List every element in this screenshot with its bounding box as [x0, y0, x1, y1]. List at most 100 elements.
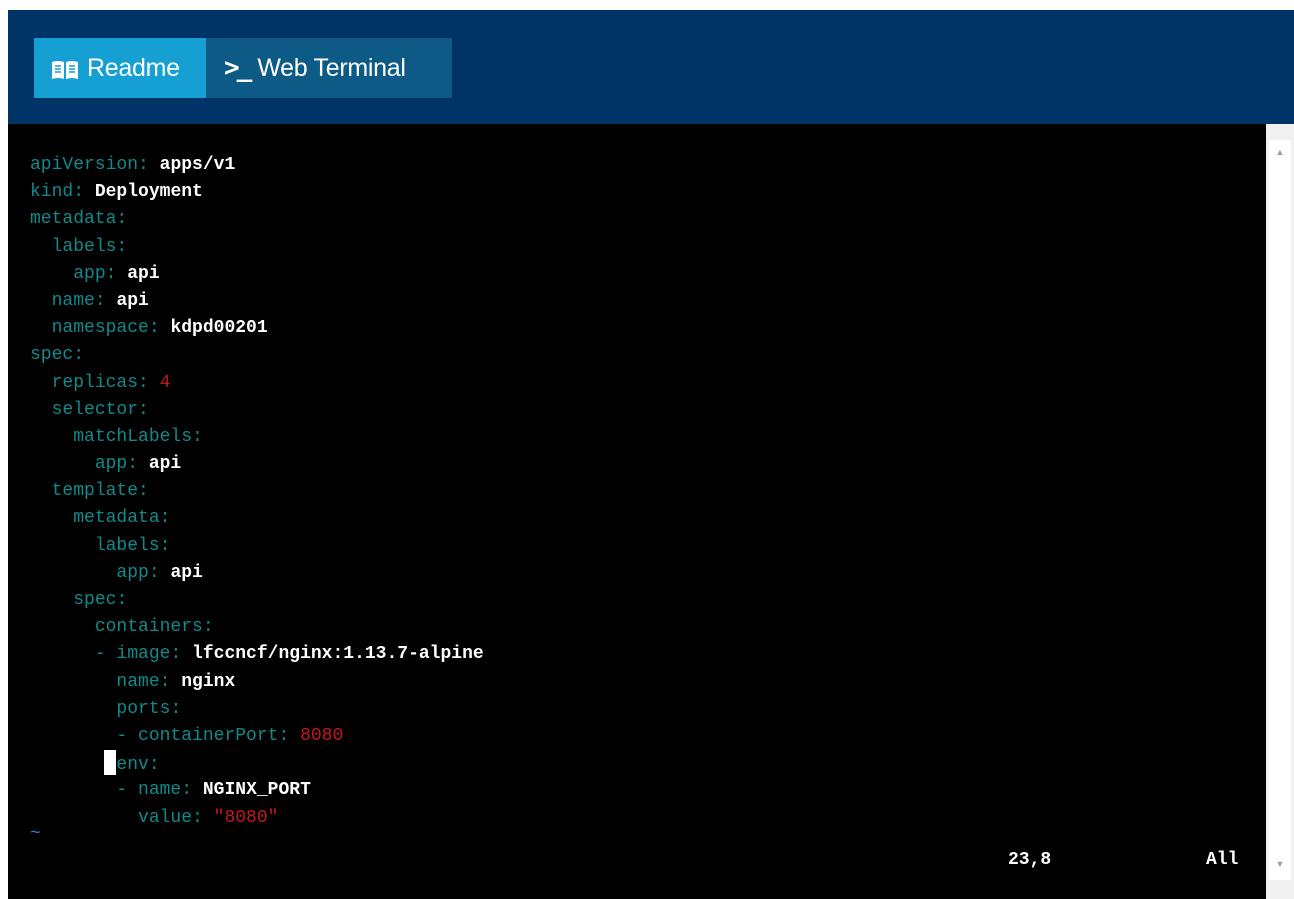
- yaml-value: lfccncf/nginx:1.13.7-alpine: [192, 644, 484, 665]
- yaml-key: kind: [30, 182, 74, 203]
- editor-line[interactable]: matchLabels:: [30, 424, 484, 451]
- yaml-value: kdpd00201: [170, 318, 268, 339]
- yaml-separator: :: [94, 290, 117, 311]
- yaml-key: apiVersion: [30, 155, 139, 175]
- terminal-prompt-icon: >_: [224, 53, 252, 83]
- text-cursor: [104, 750, 117, 776]
- yaml-key: metadata: [30, 209, 117, 230]
- yaml-separator: :: [159, 535, 171, 556]
- tab-web-terminal[interactable]: >_ Web Terminal: [206, 38, 452, 98]
- editor-line[interactable]: metadata:: [30, 206, 484, 233]
- yaml-key: selector: [51, 399, 139, 420]
- yaml-value: api: [127, 263, 160, 284]
- editor-line[interactable]: - containerPort: 8080: [30, 723, 484, 750]
- editor-line[interactable]: apiVersion: apps/v1: [30, 152, 484, 179]
- editor-line[interactable]: name: nginx: [30, 669, 484, 696]
- tab-web-terminal-label: Web Terminal: [257, 53, 406, 82]
- editor-line[interactable]: labels:: [30, 533, 484, 560]
- editor-line[interactable]: template:: [30, 478, 484, 505]
- yaml-separator: :: [159, 508, 171, 529]
- tab-readme[interactable]: Readme: [34, 38, 206, 98]
- yaml-separator: :: [192, 807, 214, 828]
- yaml-separator: :: [148, 755, 160, 776]
- editor-line[interactable]: containers:: [30, 614, 484, 641]
- editor-line[interactable]: ports:: [30, 696, 484, 723]
- editor-line[interactable]: env:: [30, 750, 484, 777]
- terminal-screen[interactable]: apiVersion: apps/v1 kind: Deployment metad…: [8, 124, 1266, 899]
- yaml-separator: :: [181, 780, 203, 801]
- editor-line[interactable]: app: api: [30, 451, 484, 478]
- yaml-separator: :: [138, 399, 149, 420]
- editor-line[interactable]: name: api: [30, 288, 484, 315]
- editor-line[interactable]: namespace: kdpd00201: [30, 315, 484, 342]
- yaml-key: matchLabels: [73, 426, 193, 447]
- yaml-key: spec: [73, 590, 117, 610]
- editor-line[interactable]: spec:: [30, 587, 484, 614]
- scroll-up-arrow-icon[interactable]: ▲: [1266, 144, 1294, 160]
- yaml-separator: :: [73, 182, 95, 203]
- yaml-key: env: [116, 755, 149, 776]
- yaml-key: replicas: [51, 372, 139, 393]
- yaml-key: metadata: [73, 508, 160, 529]
- vertical-scrollbar[interactable]: ▲ ▼: [1266, 124, 1294, 899]
- yaml-editor-content[interactable]: apiVersion: apps/v1 kind: Deployment metad…: [30, 152, 484, 832]
- yaml-separator: :: [116, 236, 128, 257]
- yaml-separator: :: [202, 617, 214, 638]
- yaml-value: apps/v1: [159, 155, 236, 175]
- list-dash: -: [116, 725, 139, 746]
- editor-line[interactable]: value: "8080": [30, 805, 484, 832]
- book-icon: [51, 58, 79, 79]
- yaml-separator: :: [116, 590, 128, 610]
- yaml-separator: :: [148, 318, 171, 339]
- editor-line[interactable]: replicas: 4: [30, 370, 484, 397]
- empty-line-marker: ~: [30, 824, 41, 844]
- yaml-key: containerPort: [138, 725, 279, 746]
- tab-readme-label: Readme: [87, 53, 180, 82]
- editor-line[interactable]: metadata:: [30, 505, 484, 532]
- yaml-key: name: [138, 780, 182, 801]
- editor-line[interactable]: - name: NGINX_PORT: [30, 777, 484, 804]
- editor-line[interactable]: selector:: [30, 397, 484, 424]
- yaml-separator: :: [148, 562, 171, 583]
- scrollbar-track[interactable]: [1269, 140, 1291, 880]
- editor-line[interactable]: app: api: [30, 560, 484, 587]
- editor-line[interactable]: - image: lfccncf/nginx:1.13.7-alpine: [30, 641, 484, 668]
- yaml-key: app: [73, 263, 106, 284]
- yaml-value: 4: [159, 372, 171, 393]
- yaml-key: labels: [94, 535, 160, 556]
- header-bar: Readme >_ Web Terminal: [8, 10, 1294, 124]
- editor-line[interactable]: app: api: [30, 261, 484, 288]
- app-frame: Readme >_ Web Terminal apiVersion: apps/…: [8, 10, 1294, 899]
- yaml-key: app: [116, 562, 149, 583]
- yaml-key: image: [116, 644, 171, 665]
- yaml-separator: :: [170, 698, 182, 719]
- yaml-key: name: [51, 290, 95, 311]
- yaml-key: spec: [30, 345, 74, 366]
- yaml-separator: :: [138, 481, 149, 502]
- yaml-separator: :: [105, 263, 128, 284]
- yaml-key: namespace: [51, 318, 149, 339]
- yaml-separator: :: [138, 372, 160, 393]
- yaml-separator: :: [170, 644, 193, 665]
- editor-line[interactable]: labels:: [30, 234, 484, 261]
- yaml-value: NGINX_PORT: [202, 780, 311, 801]
- scroll-down-arrow-icon[interactable]: ▼: [1266, 856, 1294, 872]
- yaml-key: name: [116, 671, 160, 692]
- yaml-key: value: [138, 807, 193, 828]
- list-dash: -: [116, 780, 139, 801]
- yaml-key: ports: [116, 698, 171, 719]
- editor-line[interactable]: kind: Deployment: [30, 179, 484, 206]
- list-dash: -: [94, 644, 117, 665]
- editor-line[interactable]: spec:: [30, 342, 484, 369]
